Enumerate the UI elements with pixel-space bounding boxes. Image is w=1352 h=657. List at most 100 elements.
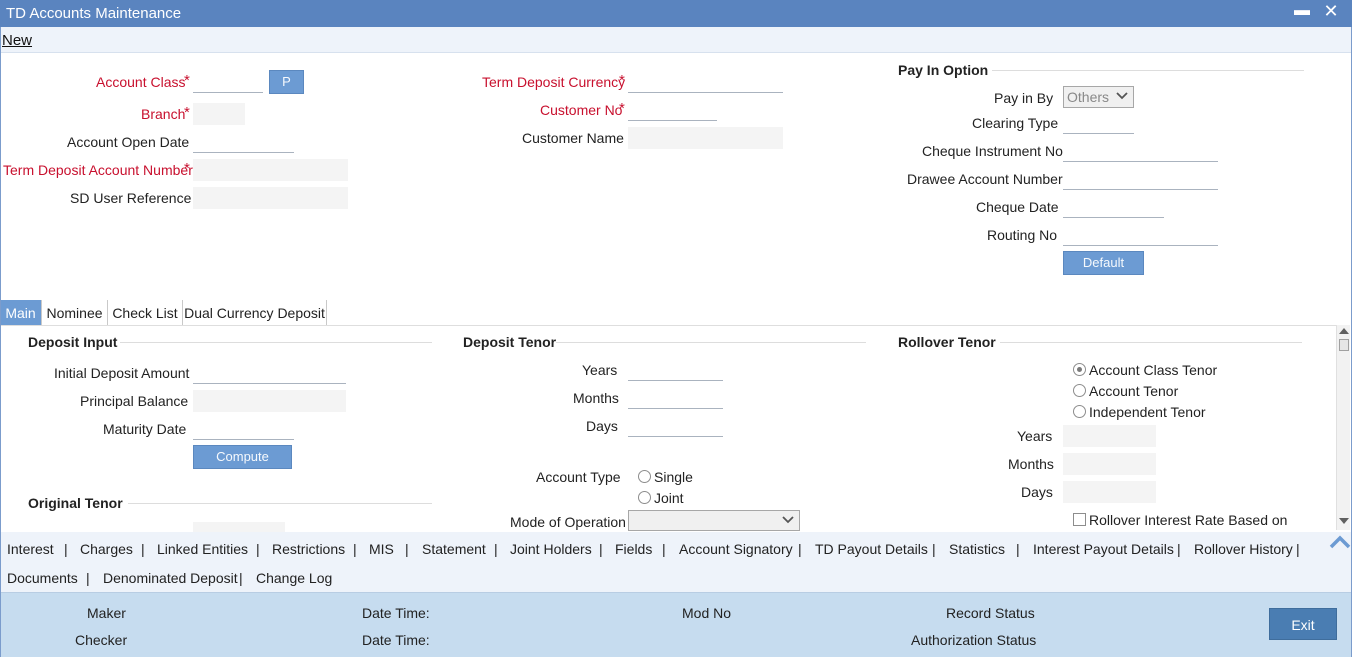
- rollover-years-input[interactable]: [1063, 425, 1156, 447]
- link-td-payout-details[interactable]: TD Payout Details: [815, 541, 928, 557]
- chevron-down-icon: [1116, 92, 1128, 100]
- deposit-months-input[interactable]: [628, 387, 723, 409]
- customer-name-input[interactable]: [628, 127, 783, 149]
- link-documents[interactable]: Documents: [7, 570, 78, 586]
- customer-name-label: Customer Name: [522, 130, 624, 146]
- maturity-date-input[interactable]: [193, 418, 294, 440]
- link-rollover-history[interactable]: Rollover History: [1194, 541, 1293, 557]
- link-account-signatory[interactable]: Account Signatory: [679, 541, 793, 557]
- tab-check-list[interactable]: Check List: [108, 300, 183, 326]
- authorization-status-label: Authorization Status: [911, 632, 1037, 648]
- original-tenor-heading: Original Tenor: [28, 495, 123, 511]
- link-mis[interactable]: MIS: [369, 541, 394, 557]
- single-radio[interactable]: [638, 470, 651, 483]
- tab-main[interactable]: Main: [0, 300, 42, 326]
- maker-label: Maker: [87, 605, 126, 621]
- joint-radio[interactable]: [638, 491, 651, 504]
- link-statistics[interactable]: Statistics: [949, 541, 1005, 557]
- link-separator: |: [64, 541, 68, 557]
- link-fields[interactable]: Fields: [615, 541, 652, 557]
- mode-of-operation-select[interactable]: [628, 510, 800, 531]
- cheque-instrument-no-input[interactable]: [1063, 140, 1218, 162]
- link-interest[interactable]: Interest: [7, 541, 54, 557]
- window-title: TD Accounts Maintenance: [6, 5, 182, 22]
- account-open-date-input[interactable]: [193, 131, 294, 153]
- td-currency-label: Term Deposit Currency: [482, 74, 626, 90]
- deposit-years-label: Years: [582, 362, 618, 378]
- section-divider: [1000, 342, 1302, 343]
- minimize-icon[interactable]: ▬: [1293, 2, 1311, 20]
- new-link[interactable]: New: [2, 32, 32, 49]
- sd-user-reference-input[interactable]: [193, 187, 348, 209]
- clearing-type-input[interactable]: [1063, 112, 1134, 134]
- td-account-number-label: Term Deposit Account Number: [3, 162, 193, 178]
- original-tenor-years-input[interactable]: [193, 522, 285, 532]
- vertical-scrollbar[interactable]: [1336, 325, 1350, 530]
- rollover-tenor-heading: Rollover Tenor: [898, 334, 996, 350]
- account-class-tenor-radio[interactable]: [1073, 363, 1086, 376]
- account-tenor-radio[interactable]: [1073, 384, 1086, 397]
- link-statement[interactable]: Statement: [422, 541, 486, 557]
- account-class-label: Account Class: [96, 74, 186, 90]
- link-separator: |: [932, 541, 936, 557]
- deposit-days-input[interactable]: [628, 415, 723, 437]
- td-currency-input[interactable]: [628, 71, 783, 93]
- scroll-up-icon[interactable]: [1339, 328, 1349, 334]
- required-mark: *: [184, 160, 190, 177]
- drawee-account-number-label: Drawee Account Number: [907, 171, 1063, 187]
- account-class-input[interactable]: [193, 71, 263, 93]
- link-separator: |: [662, 541, 666, 557]
- compute-button[interactable]: Compute: [193, 445, 292, 469]
- account-class-lov-button[interactable]: P: [269, 70, 304, 94]
- rollover-days-input[interactable]: [1063, 481, 1156, 503]
- link-separator: |: [256, 541, 260, 557]
- section-divider: [128, 503, 432, 504]
- chevron-up-icon[interactable]: [1329, 535, 1351, 549]
- td-account-number-input[interactable]: [193, 159, 348, 181]
- menu-bar: New: [0, 27, 1352, 53]
- link-separator: |: [1177, 541, 1181, 557]
- exit-button[interactable]: Exit: [1269, 608, 1337, 640]
- link-charges[interactable]: Charges: [80, 541, 133, 557]
- rollover-interest-rate-checkbox[interactable]: [1073, 513, 1086, 526]
- default-button[interactable]: Default: [1063, 251, 1144, 275]
- cheque-date-input[interactable]: [1063, 196, 1164, 218]
- rollover-months-input[interactable]: [1063, 453, 1156, 475]
- pay-in-by-select[interactable]: Others: [1063, 86, 1134, 108]
- rollover-months-label: Months: [1008, 456, 1054, 472]
- deposit-years-input[interactable]: [628, 359, 723, 381]
- link-restrictions[interactable]: Restrictions: [272, 541, 345, 557]
- rollover-years-label: Years: [1017, 428, 1053, 444]
- link-interest-payout-details[interactable]: Interest Payout Details: [1033, 541, 1174, 557]
- routing-no-label: Routing No: [987, 227, 1058, 243]
- link-joint-holders[interactable]: Joint Holders: [510, 541, 592, 557]
- principal-balance-label: Principal Balance: [80, 393, 189, 409]
- tab-divider: [0, 325, 1336, 326]
- scroll-thumb[interactable]: [1339, 339, 1349, 351]
- link-change-log[interactable]: Change Log: [256, 570, 332, 586]
- tab-dual-currency-deposit[interactable]: Dual Currency Deposit: [183, 300, 327, 326]
- close-icon[interactable]: ✕: [1322, 1, 1340, 22]
- clearing-type-label: Clearing Type: [972, 115, 1059, 131]
- link-separator: |: [494, 541, 498, 557]
- single-label: Single: [654, 469, 693, 485]
- principal-balance-input[interactable]: [193, 390, 346, 412]
- cheque-instrument-no-label: Cheque Instrument No: [922, 143, 1063, 159]
- drawee-account-number-input[interactable]: [1063, 168, 1218, 190]
- branch-label: Branch: [141, 106, 186, 122]
- customer-no-input[interactable]: [628, 99, 717, 121]
- cheque-date-label: Cheque Date: [976, 199, 1059, 215]
- link-separator: |: [353, 541, 357, 557]
- link-linked-entities[interactable]: Linked Entities: [157, 541, 248, 557]
- link-denominated-deposit[interactable]: Denominated Deposit: [103, 570, 238, 586]
- tab-nominee[interactable]: Nominee: [42, 300, 108, 326]
- branch-input[interactable]: [193, 103, 245, 125]
- initial-deposit-amount-input[interactable]: [193, 362, 346, 384]
- mode-of-operation-label: Mode of Operation: [510, 514, 626, 530]
- section-divider: [556, 342, 866, 343]
- section-divider: [992, 70, 1304, 71]
- scroll-down-icon[interactable]: [1339, 518, 1349, 524]
- account-tenor-label: Account Tenor: [1089, 383, 1179, 399]
- routing-no-input[interactable]: [1063, 224, 1218, 246]
- independent-tenor-radio[interactable]: [1073, 405, 1086, 418]
